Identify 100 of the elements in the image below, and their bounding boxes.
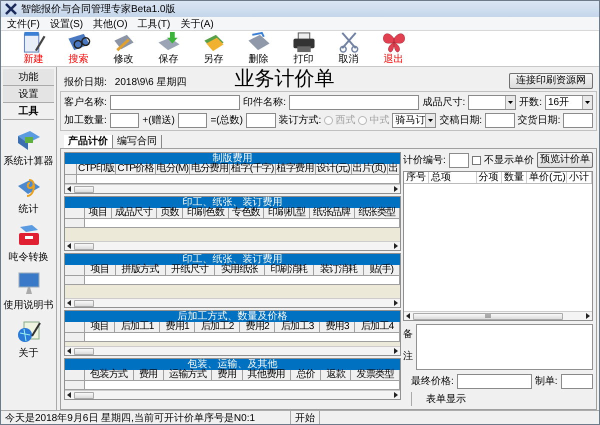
- field-label: 交货日期:: [518, 114, 560, 127]
- preview-button[interactable]: 预览计价单: [537, 152, 593, 168]
- grid-title: 印工、纸张、装订费用: [65, 254, 400, 265]
- column-header: 装订消耗: [314, 265, 364, 276]
- column-header: 发票类型: [351, 370, 400, 381]
- column-header: 项目: [85, 208, 112, 219]
- column-header: 费用1: [160, 322, 196, 333]
- column-header: 其他费用: [242, 370, 292, 381]
- field-label: 成品尺寸:: [422, 96, 466, 109]
- column-header: CTP价格: [116, 164, 156, 175]
- field-label: 最终价格:: [411, 374, 454, 388]
- column-header: 出: [388, 164, 400, 175]
- date-value: 2018\9\6 星期四: [114, 76, 186, 89]
- grid-title: 制版费用: [65, 153, 400, 164]
- toolbar-button[interactable]: 取消: [326, 31, 371, 66]
- grid-title: 后加工方式、数量及价格: [65, 311, 400, 322]
- field-label: 装订方式:: [278, 114, 322, 127]
- sidebar-tab[interactable]: 工具: [3, 103, 54, 120]
- sidebar-item[interactable]: 关于: [18, 346, 38, 360]
- dropdown[interactable]: 骑马订: [392, 112, 436, 128]
- column-header: 单价(元): [527, 172, 567, 183]
- column-header: 总价: [291, 370, 322, 381]
- toolbar-button[interactable]: 新建: [11, 31, 56, 66]
- field-label: 制单:: [534, 374, 558, 388]
- column-header: 开纸尺寸: [166, 265, 216, 276]
- link-button[interactable]: 连接印刷资源网: [509, 73, 593, 89]
- column-header: 成品尺寸: [112, 208, 157, 219]
- column-header: 电分费用: [190, 164, 230, 175]
- toolbar-button[interactable]: 搜索: [56, 31, 101, 66]
- column-header: 项目: [85, 322, 116, 333]
- dropdown[interactable]: 16开: [545, 94, 593, 110]
- menu-item[interactable]: 其他(O): [93, 16, 128, 30]
- column-header: 分项: [476, 172, 502, 183]
- column-header: 小计: [566, 172, 592, 183]
- grid-title: 印工、纸张、装订费用: [65, 197, 400, 208]
- sidebar-item[interactable]: 统计: [18, 202, 38, 216]
- status-text: 今天是2018年9月6日 星期四,当前可开计价单序号是N0:1: [1, 410, 291, 424]
- checkbox-label: 不显示单价: [484, 154, 534, 167]
- column-header: 专色数: [228, 208, 264, 219]
- remarks-label: 备注: [403, 328, 413, 364]
- toolbar-button[interactable]: 打印: [281, 31, 326, 66]
- column-header: 后加工2: [195, 322, 240, 333]
- toolbar-button[interactable]: 保存: [146, 31, 191, 66]
- column-header: 植字费用: [276, 164, 316, 175]
- tab[interactable]: 产品计价: [64, 135, 113, 148]
- window-title: 智能报价与合同管理专家Beta1.0版: [21, 2, 176, 16]
- sidebar-tab[interactable]: 功能: [3, 69, 54, 86]
- column-header: 印刷机型: [264, 208, 310, 219]
- column-header: 项目: [85, 265, 116, 276]
- column-header: 印刷色数: [183, 208, 229, 219]
- column-header: CTP印版: [77, 164, 116, 175]
- column-header: 实用纸张: [215, 265, 265, 276]
- menu-item[interactable]: 文件(F): [7, 16, 40, 30]
- column-header: 贴(手): [364, 265, 400, 276]
- field-label: +(赠送): [142, 114, 175, 127]
- field-label: 交稿日期:: [439, 114, 482, 127]
- toolbar-button[interactable]: 删除: [236, 31, 281, 66]
- grid-title: 包装、运输、及其他: [65, 359, 400, 370]
- field-label: 加工数量:: [64, 114, 107, 127]
- radio-label: 西式: [335, 114, 356, 127]
- column-header: 后加工1: [115, 322, 160, 333]
- column-header: 纸张类型: [354, 208, 400, 219]
- status-text: 开始: [291, 410, 320, 424]
- field-label: =(总数): [210, 114, 243, 127]
- menu-item[interactable]: 关于(A): [180, 16, 214, 30]
- sidebar-item[interactable]: 使用说明书: [4, 298, 54, 312]
- column-header: 序号: [404, 172, 430, 183]
- column-header: 费用: [134, 370, 164, 381]
- column-header: 返款: [321, 370, 352, 381]
- column-header: 出片(页): [352, 164, 388, 175]
- column-header: 电分(M): [156, 164, 190, 175]
- form-status: 表单显示: [411, 392, 593, 406]
- form-title: 业务计价单: [234, 67, 334, 89]
- menu-item[interactable]: 工具(T): [138, 16, 170, 30]
- column-header: 运输方式: [164, 370, 212, 381]
- field-label: 客户名称:: [64, 96, 107, 109]
- radio-label: 中式: [369, 114, 390, 127]
- column-header: 后加工4: [355, 322, 400, 333]
- tab[interactable]: 编写合同: [113, 135, 162, 148]
- column-header: 纸张品牌: [310, 208, 355, 219]
- date-label: 报价日期:: [64, 76, 107, 89]
- toolbar-button[interactable]: 退出: [371, 31, 416, 66]
- field-label: 开数:: [519, 96, 542, 109]
- column-header: 总项: [429, 172, 477, 183]
- column-header: 后加工3: [275, 322, 320, 333]
- column-header: 费用3: [320, 322, 356, 333]
- field-label: 印件名称:: [243, 96, 286, 109]
- field-label: 计价编号:: [403, 154, 446, 167]
- column-header: 数量: [502, 172, 528, 183]
- column-header: 费用: [212, 370, 242, 381]
- toolbar-button[interactable]: 另存: [191, 31, 236, 66]
- column-header: 设计(元): [316, 164, 352, 175]
- sidebar-item[interactable]: 吨令转换: [8, 250, 48, 264]
- sidebar-item[interactable]: 系统计算器: [4, 154, 54, 168]
- menu-item[interactable]: 设置(S): [50, 16, 84, 30]
- column-header: 页数: [156, 208, 184, 219]
- toolbar-button[interactable]: 修改: [101, 31, 146, 66]
- column-header: 拼版方式: [116, 265, 166, 276]
- sidebar-tab[interactable]: 设置: [3, 86, 54, 103]
- column-header: 印刷消耗: [264, 265, 314, 276]
